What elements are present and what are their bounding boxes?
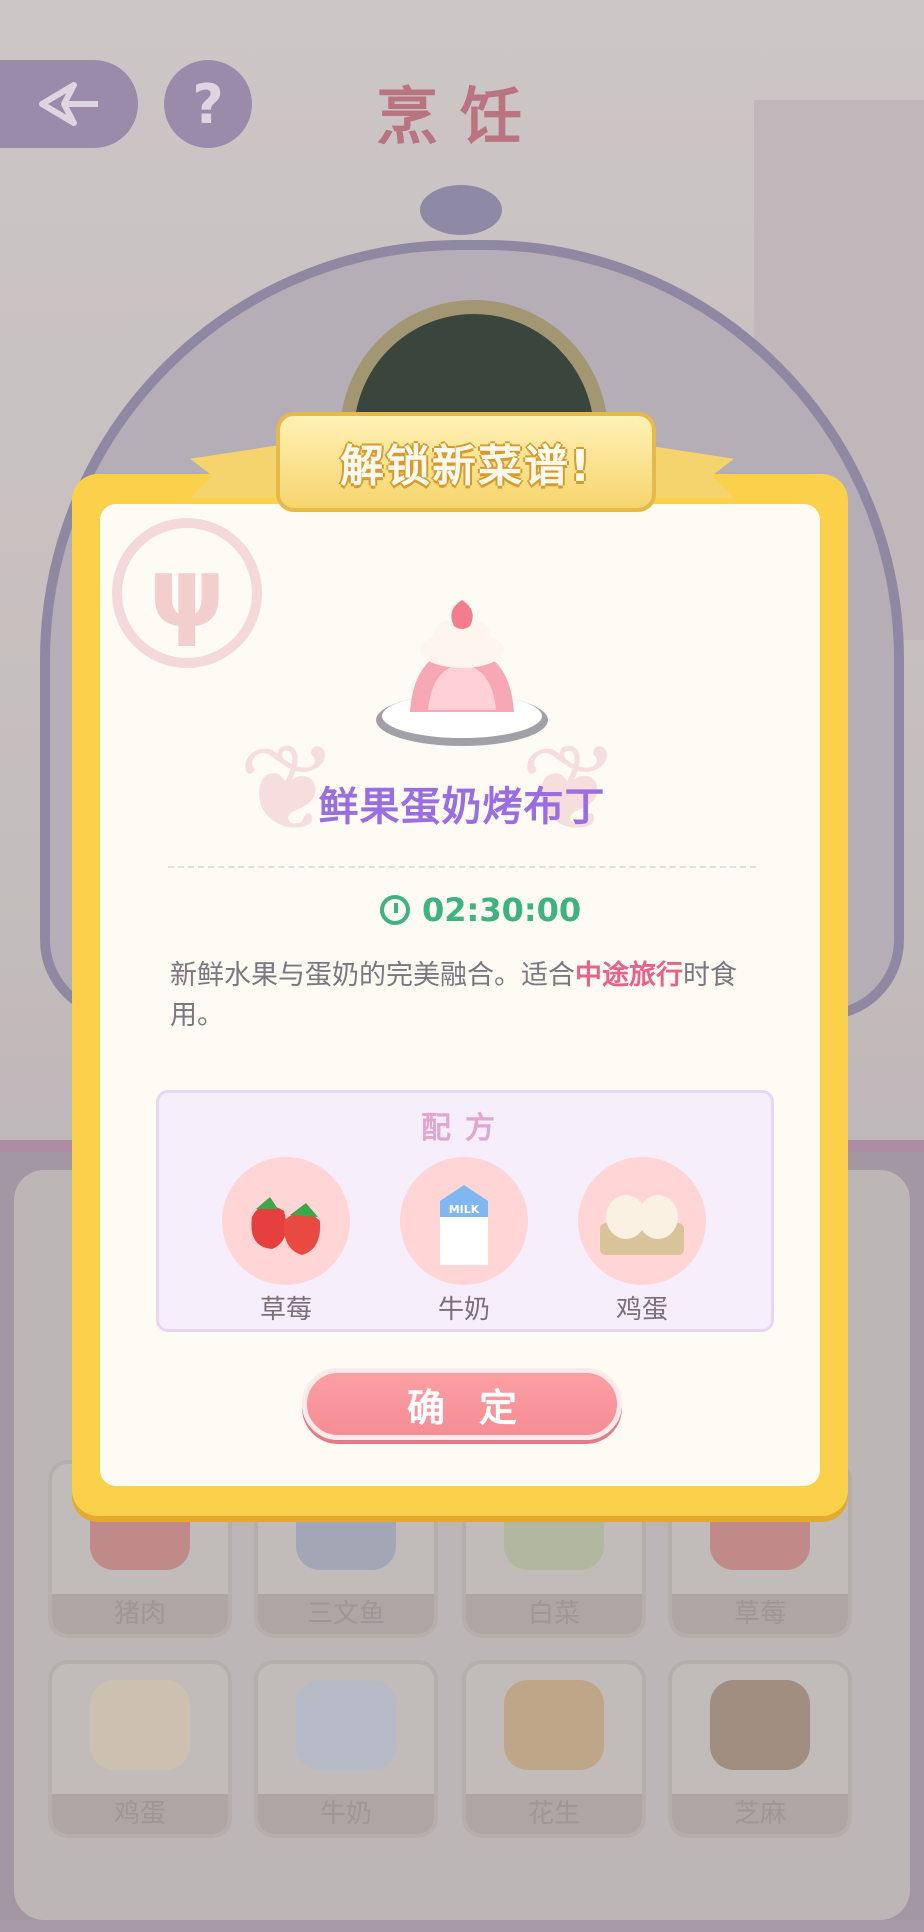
banner-title: 解锁新菜谱! xyxy=(339,441,593,492)
recipe-ingredient-strawberry: 草莓 xyxy=(221,1157,351,1326)
fork-emblem-icon: ψ xyxy=(112,518,262,668)
cook-timer: 02:30:00 xyxy=(380,888,581,932)
confirm-button[interactable]: 确定 xyxy=(302,1368,622,1440)
recipe-title: 配方 xyxy=(421,1111,509,1146)
milk-carton-icon: MILK xyxy=(400,1157,528,1285)
eggs-icon xyxy=(578,1157,706,1285)
description-prefix: 新鲜水果与蛋奶的完美融合。适合 xyxy=(170,960,575,991)
timer-value: 02:30:00 xyxy=(422,891,582,929)
recipe-box: 配方 草莓 MILK 牛奶 鸡蛋 xyxy=(156,1090,774,1332)
strawberry-icon xyxy=(222,1157,350,1285)
dish-name: 鲜果蛋奶烤布丁 xyxy=(318,784,606,830)
ingredient-label: 牛奶 xyxy=(437,1295,490,1325)
ingredient-label: 草莓 xyxy=(259,1295,312,1325)
ingredient-label: 鸡蛋 xyxy=(615,1295,668,1325)
banner-ribbon: 解锁新菜谱! xyxy=(190,398,734,516)
svg-text:MILK: MILK xyxy=(449,1203,480,1216)
clock-icon xyxy=(380,895,410,925)
ribbon-center: 解锁新菜谱! xyxy=(276,412,656,512)
description-highlight: 中途旅行 xyxy=(575,960,683,991)
divider xyxy=(168,866,756,868)
recipe-ingredient-egg: 鸡蛋 xyxy=(577,1157,707,1326)
dish-description: 新鲜水果与蛋奶的完美融合。适合中途旅行时食用。 xyxy=(170,956,770,1036)
recipe-ingredient-milk: MILK 牛奶 xyxy=(399,1157,529,1326)
